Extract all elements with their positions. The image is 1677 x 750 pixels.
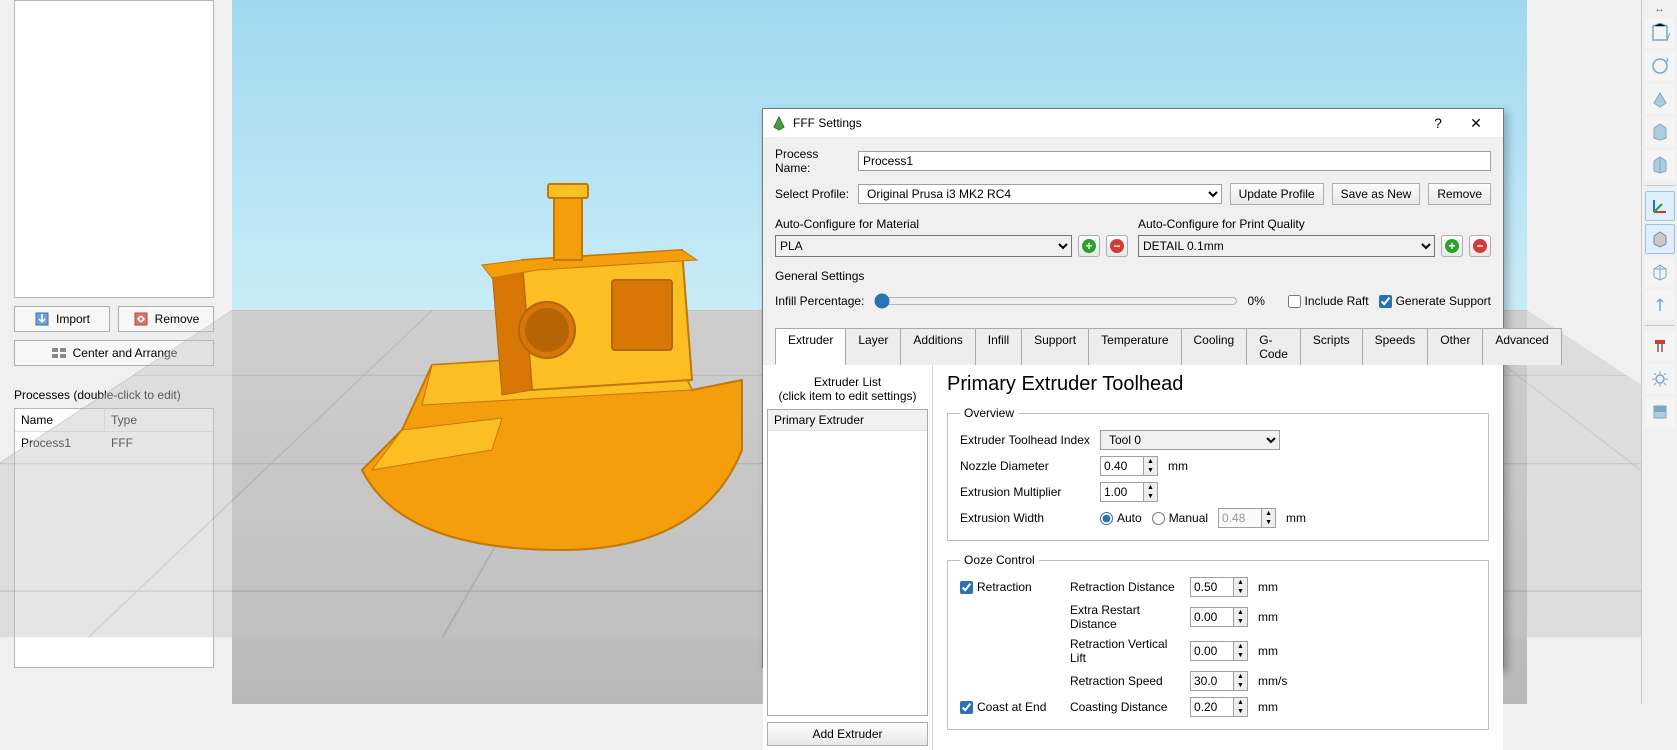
tab-advanced[interactable]: Advanced (1482, 328, 1561, 365)
profile-select[interactable]: Original Prusa i3 MK2 RC4 (858, 184, 1222, 204)
tab-infill[interactable]: Infill (975, 328, 1022, 365)
normals-view-icon[interactable] (1645, 290, 1675, 320)
solid-view-icon[interactable] (1645, 224, 1675, 254)
dialog-icon (771, 115, 787, 131)
remove-profile-button[interactable]: Remove (1428, 183, 1491, 205)
ooze-legend: Ooze Control (960, 553, 1039, 567)
infill-label: Infill Percentage: (775, 294, 864, 308)
save-as-new-button[interactable]: Save as New (1332, 183, 1421, 205)
general-settings-label: General Settings (775, 269, 1491, 283)
view-top-icon[interactable] (1645, 84, 1675, 114)
material-remove-button[interactable]: − (1106, 235, 1128, 257)
width-input (1218, 508, 1262, 528)
infill-slider[interactable] (874, 293, 1237, 309)
unit-mm: mm (1168, 459, 1198, 473)
tab-additions[interactable]: Additions (900, 328, 975, 365)
view-rotate-icon[interactable] (1645, 51, 1675, 81)
ooze-group: Ooze Control Retraction Retraction Dista… (947, 553, 1489, 730)
arrange-icon (51, 347, 67, 359)
overview-group: Overview Extruder Toolhead Index Tool 0 … (947, 406, 1489, 541)
extra-restart-input[interactable] (1190, 607, 1234, 627)
material-select[interactable]: PLA (775, 235, 1072, 257)
view-front-icon[interactable] (1645, 117, 1675, 147)
tab-support[interactable]: Support (1021, 328, 1089, 365)
select-profile-label: Select Profile: (775, 187, 850, 201)
spin-up-icon[interactable]: ▲ (1144, 457, 1157, 466)
quality-remove-button[interactable]: − (1469, 235, 1491, 257)
axes-icon[interactable] (1645, 191, 1675, 221)
retraction-checkbox[interactable] (960, 581, 973, 594)
tab-speeds[interactable]: Speeds (1362, 328, 1429, 365)
overview-legend: Overview (960, 406, 1018, 420)
support-preview-icon[interactable] (1645, 331, 1675, 361)
import-icon (34, 311, 50, 327)
close-button[interactable]: ✕ (1457, 109, 1495, 137)
remove-icon (133, 311, 149, 327)
width-label: Extrusion Width (960, 511, 1090, 525)
toolhead-index-select[interactable]: Tool 0 (1100, 430, 1280, 450)
view-default-icon[interactable] (1645, 18, 1675, 48)
update-profile-button[interactable]: Update Profile (1230, 183, 1324, 205)
remove-label: Remove (155, 312, 200, 326)
generate-support-label: Generate Support (1396, 294, 1491, 308)
tab-scripts[interactable]: Scripts (1300, 328, 1363, 365)
mult-label: Extrusion Multiplier (960, 485, 1090, 499)
coast-dist-label: Coasting Distance (1070, 700, 1180, 714)
quality-add-button[interactable]: + (1441, 235, 1463, 257)
tab-temperature[interactable]: Temperature (1088, 328, 1181, 365)
retract-dist-label: Retraction Distance (1070, 580, 1180, 594)
infill-value: 0% (1248, 294, 1278, 308)
import-button[interactable]: Import (14, 306, 110, 332)
import-label: Import (56, 312, 90, 326)
process-name-input[interactable] (858, 151, 1491, 171)
vert-lift-input[interactable] (1190, 641, 1234, 661)
include-raft-checkbox[interactable] (1288, 295, 1301, 308)
width-auto-radio[interactable] (1100, 512, 1113, 525)
coast-end-checkbox[interactable] (960, 701, 973, 714)
auto-quality-label: Auto-Configure for Print Quality (1138, 217, 1491, 231)
auto-material-label: Auto-Configure for Material (775, 217, 1128, 231)
model-list[interactable] (14, 0, 214, 298)
tab-strip: Extruder Layer Additions Infill Support … (775, 327, 1491, 365)
help-button[interactable]: ? (1419, 109, 1457, 137)
include-raft-label: Include Raft (1305, 294, 1369, 308)
nozzle-label: Nozzle Diameter (960, 459, 1090, 473)
extruder-list-label: Extruder List (814, 375, 881, 389)
retract-speed-input[interactable] (1190, 671, 1234, 691)
toolbar-expand-icon[interactable]: ↔ (1655, 4, 1665, 15)
tab-extruder[interactable]: Extruder (775, 328, 846, 365)
width-manual-radio[interactable] (1152, 512, 1165, 525)
spin-down-icon[interactable]: ▼ (1144, 466, 1157, 475)
model-3d-benchy[interactable] (342, 170, 782, 570)
toolhead-index-label: Extruder Toolhead Index (960, 433, 1090, 447)
remove-model-button[interactable]: Remove (118, 306, 214, 332)
right-toolbar: ↔ (1641, 0, 1677, 704)
extruder-list[interactable]: Primary Extruder (767, 409, 928, 716)
material-add-button[interactable]: + (1078, 235, 1100, 257)
primary-extruder-heading: Primary Extruder Toolhead (947, 373, 1489, 396)
nozzle-input[interactable] (1100, 456, 1144, 476)
retract-speed-label: Retraction Speed (1070, 674, 1180, 688)
view-side-icon[interactable] (1645, 150, 1675, 180)
add-extruder-button[interactable]: Add Extruder (767, 722, 928, 746)
fff-settings-dialog: FFF Settings ? ✕ Process Name: Select Pr… (762, 108, 1504, 668)
quality-select[interactable]: DETAIL 0.1mm (1138, 235, 1435, 257)
wireframe-view-icon[interactable] (1645, 257, 1675, 287)
tab-layer[interactable]: Layer (845, 328, 901, 365)
tab-gcode[interactable]: G-Code (1246, 328, 1301, 365)
generate-support-checkbox[interactable] (1379, 295, 1392, 308)
extra-restart-label: Extra Restart Distance (1070, 603, 1180, 631)
retract-dist-input[interactable] (1190, 577, 1234, 597)
settings-gear-icon[interactable] (1645, 364, 1675, 394)
coast-dist-input[interactable] (1190, 697, 1234, 717)
dialog-title: FFF Settings (793, 116, 862, 130)
process-name-label: Process Name: (775, 147, 850, 175)
extruder-list-item[interactable]: Primary Extruder (768, 410, 927, 431)
extruder-list-hint: (click item to edit settings) (778, 389, 916, 403)
tab-cooling[interactable]: Cooling (1181, 328, 1248, 365)
tab-other[interactable]: Other (1427, 328, 1483, 365)
vert-lift-label: Retraction Vertical Lift (1070, 637, 1180, 665)
mult-input[interactable] (1100, 482, 1144, 502)
cross-section-icon[interactable] (1645, 397, 1675, 427)
